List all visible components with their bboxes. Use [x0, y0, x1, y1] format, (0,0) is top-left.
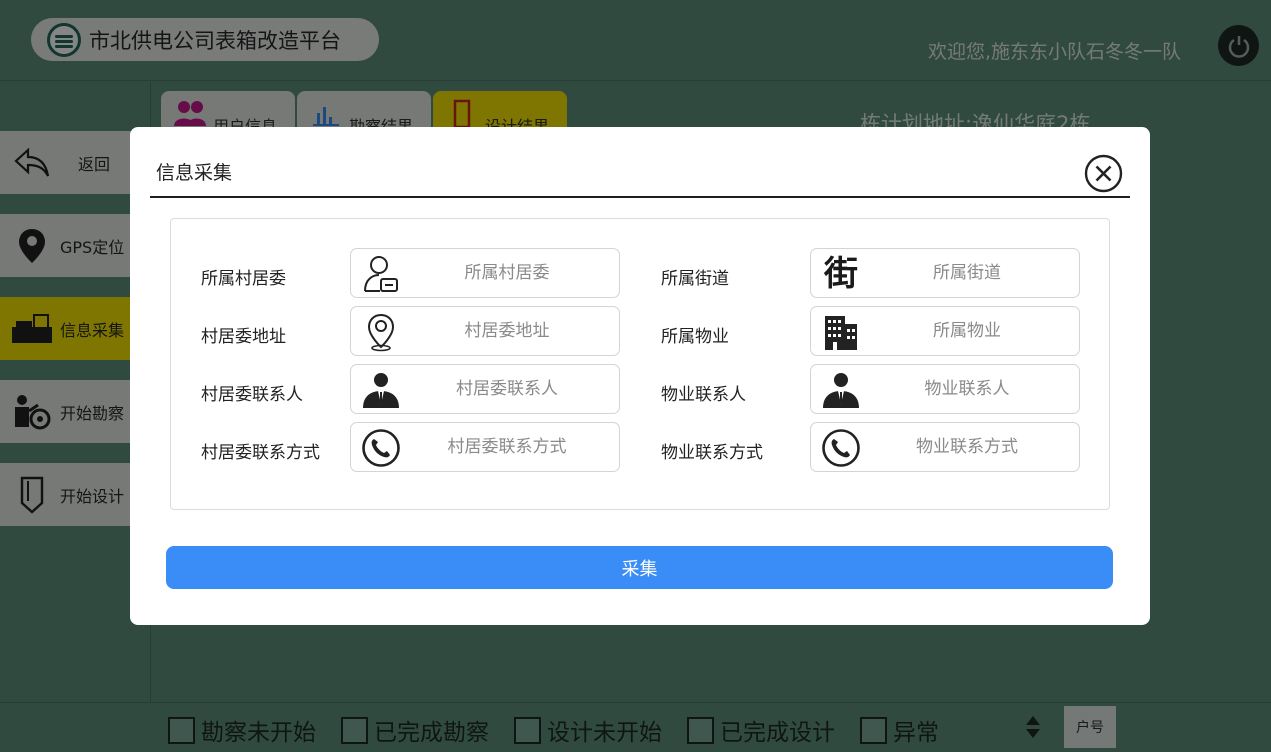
- committee-contact-input[interactable]: [407, 373, 607, 405]
- phone-icon: [359, 427, 403, 469]
- phone-icon: [819, 427, 863, 469]
- field-label-street: 所属街道: [661, 269, 729, 289]
- dialog-title: 信息采集: [156, 162, 233, 184]
- info-collect-dialog: 信息采集 所属村居委 所属街道 街 村居委地址: [130, 127, 1150, 625]
- committee-contact-field[interactable]: [350, 364, 620, 414]
- street-icon-glyph: 街: [824, 254, 858, 294]
- field-label-property-phone: 物业联系方式: [661, 443, 763, 463]
- person-badge-icon: [359, 253, 403, 295]
- close-icon[interactable]: [1084, 154, 1123, 193]
- property-contact-field[interactable]: [810, 364, 1080, 414]
- field-label-committee-contact: 村居委联系人: [201, 385, 303, 405]
- property-phone-input[interactable]: [867, 431, 1067, 463]
- field-label-property: 所属物业: [661, 327, 729, 347]
- field-label-property-contact: 物业联系人: [661, 385, 746, 405]
- street-input[interactable]: [867, 257, 1067, 289]
- property-input[interactable]: [867, 315, 1067, 347]
- field-label-committee-phone: 村居委联系方式: [201, 443, 320, 463]
- committee-address-input[interactable]: [407, 315, 607, 347]
- committee-phone-field[interactable]: [350, 422, 620, 472]
- collect-button[interactable]: 采集: [166, 546, 1113, 589]
- street-field[interactable]: 街: [810, 248, 1080, 298]
- property-field[interactable]: [810, 306, 1080, 356]
- street-icon: 街: [819, 253, 863, 295]
- village-committee-input[interactable]: [407, 257, 607, 289]
- field-label-village-committee: 所属村居委: [201, 269, 286, 289]
- committee-address-field[interactable]: [350, 306, 620, 356]
- building-icon: [819, 311, 863, 353]
- village-committee-field[interactable]: [350, 248, 620, 298]
- info-form: 所属村居委 所属街道 街 村居委地址 所属物业: [170, 218, 1110, 510]
- property-phone-field[interactable]: [810, 422, 1080, 472]
- person-suit-icon: [359, 369, 403, 411]
- field-label-committee-address: 村居委地址: [201, 327, 286, 347]
- property-contact-input[interactable]: [867, 373, 1067, 405]
- committee-phone-input[interactable]: [407, 431, 607, 463]
- location-pin-icon: [359, 311, 403, 353]
- title-divider: [150, 196, 1130, 198]
- person-suit-icon: [819, 369, 863, 411]
